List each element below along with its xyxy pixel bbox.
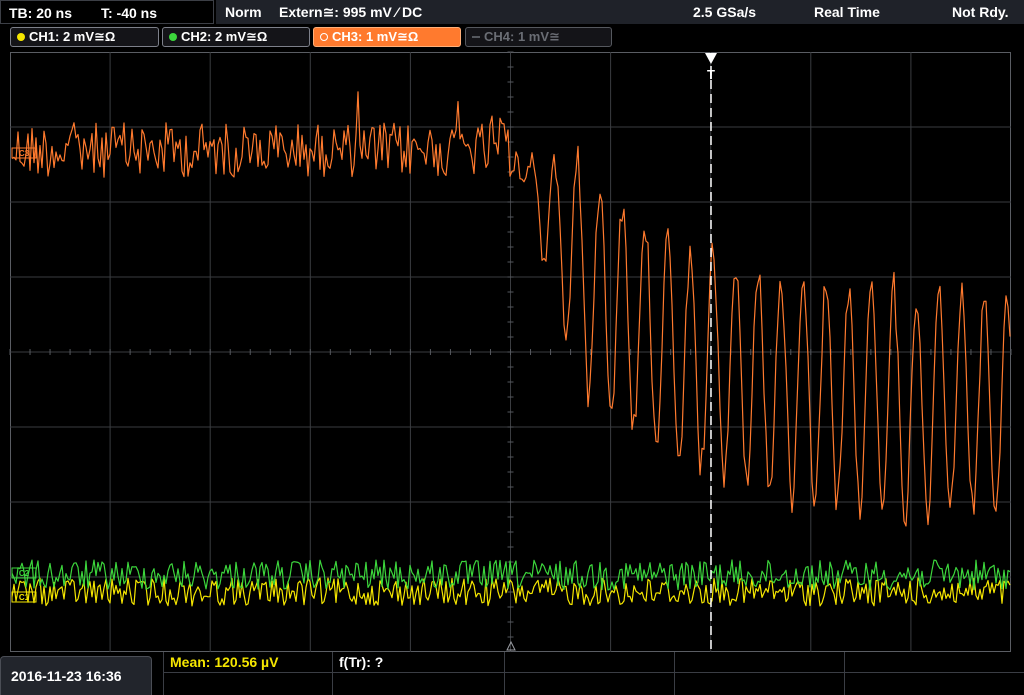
datetime-label: 2016-11-23 16:36 [11, 668, 122, 684]
measurement-slot-10[interactable] [845, 673, 1024, 695]
measurement-slot-6[interactable] [163, 673, 333, 695]
ch3-offset-marker-label: C3 [19, 149, 30, 158]
datetime-panel: 2016-11-23 16:36 [0, 656, 152, 695]
measurement-ftr[interactable]: f(Tr): ? [333, 652, 505, 673]
measurement-mean[interactable]: Mean: 120.56 µV [163, 652, 333, 673]
trigger-marker-label: T [707, 67, 715, 82]
ch2-offset-marker-label: C2 [19, 569, 30, 578]
measurement-slot-3[interactable] [505, 652, 675, 673]
measurement-slot-5[interactable] [845, 652, 1024, 673]
ch1-offset-marker-label: C1 [19, 593, 30, 602]
measurement-panel[interactable]: Mean: 120.56 µV f(Tr): ? [163, 652, 1024, 695]
waveform-display[interactable]: T C3 C2 C1 [0, 0, 1024, 695]
measurement-slot-7[interactable] [333, 673, 505, 695]
measurement-slot-4[interactable] [675, 652, 845, 673]
measurement-slot-8[interactable] [505, 673, 675, 695]
trigger-position-arrow-icon[interactable] [705, 53, 717, 64]
ch3-offset-marker[interactable]: C3 [11, 147, 37, 159]
measurement-slot-9[interactable] [675, 673, 845, 695]
